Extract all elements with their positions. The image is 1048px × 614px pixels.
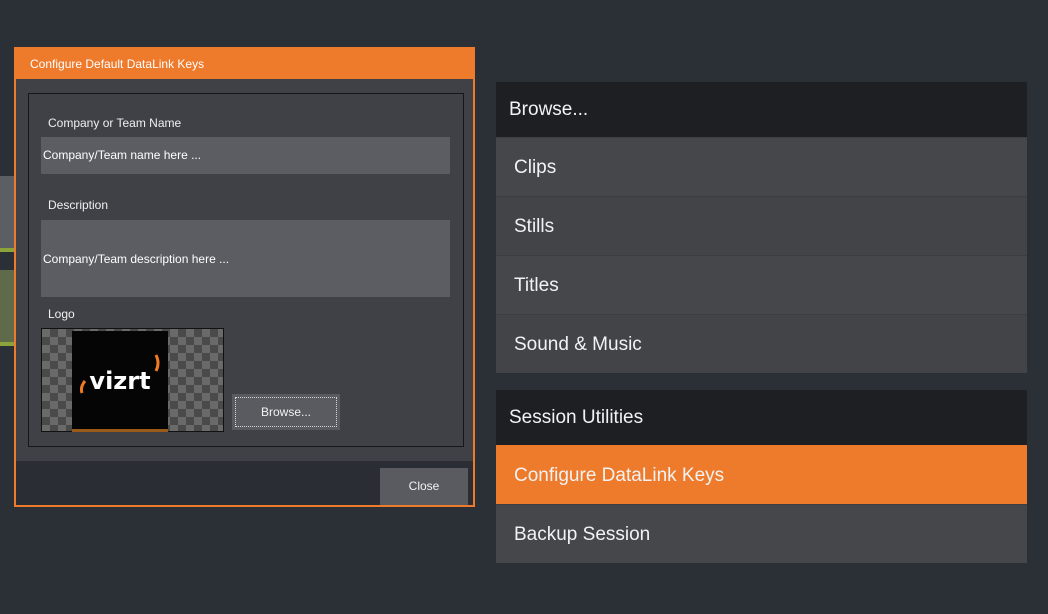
logo-text: vizrt xyxy=(89,367,150,395)
browse-menu-header[interactable]: Browse... xyxy=(496,82,1027,137)
browse-menu: Browse... Clips Stills Titles Sound & Mu… xyxy=(496,82,1027,373)
close-button[interactable]: Close xyxy=(380,468,468,505)
dialog-title: Configure Default DataLink Keys xyxy=(16,49,473,79)
logo-label: Logo xyxy=(48,307,75,321)
menu-item-stills[interactable]: Stills xyxy=(496,196,1027,255)
description-label: Description xyxy=(48,198,109,212)
description-value: Company/Team description here ... xyxy=(43,251,230,266)
vizrt-logo-graphic: vizrt xyxy=(79,354,160,395)
dialog-body: Company or Team Name Company/Team name h… xyxy=(16,79,473,461)
menu-item-configure-datalink-keys[interactable]: Configure DataLink Keys xyxy=(496,445,1027,504)
browse-button-label: Browse... xyxy=(260,405,311,419)
menu-item-backup-session[interactable]: Backup Session xyxy=(496,504,1027,563)
datalink-keys-dialog: Configure Default DataLink Keys Company … xyxy=(14,47,475,507)
session-menu-header: Session Utilities xyxy=(496,390,1027,445)
vizrt-logo: vizrt xyxy=(72,331,168,432)
company-name-input[interactable]: Company/Team name here ... xyxy=(41,137,450,174)
menu-item-sound-music[interactable]: Sound & Music xyxy=(496,314,1027,373)
logo-preview: vizrt xyxy=(41,328,224,432)
dialog-form: Company or Team Name Company/Team name h… xyxy=(28,93,464,447)
menu-item-clips[interactable]: Clips xyxy=(496,137,1027,196)
description-input[interactable]: Company/Team description here ... xyxy=(41,220,450,297)
company-label: Company or Team Name xyxy=(48,116,182,130)
browse-logo-button[interactable]: Browse... xyxy=(232,394,340,430)
session-utilities-menu: Session Utilities Configure DataLink Key… xyxy=(496,390,1027,563)
menu-item-titles[interactable]: Titles xyxy=(496,255,1027,314)
